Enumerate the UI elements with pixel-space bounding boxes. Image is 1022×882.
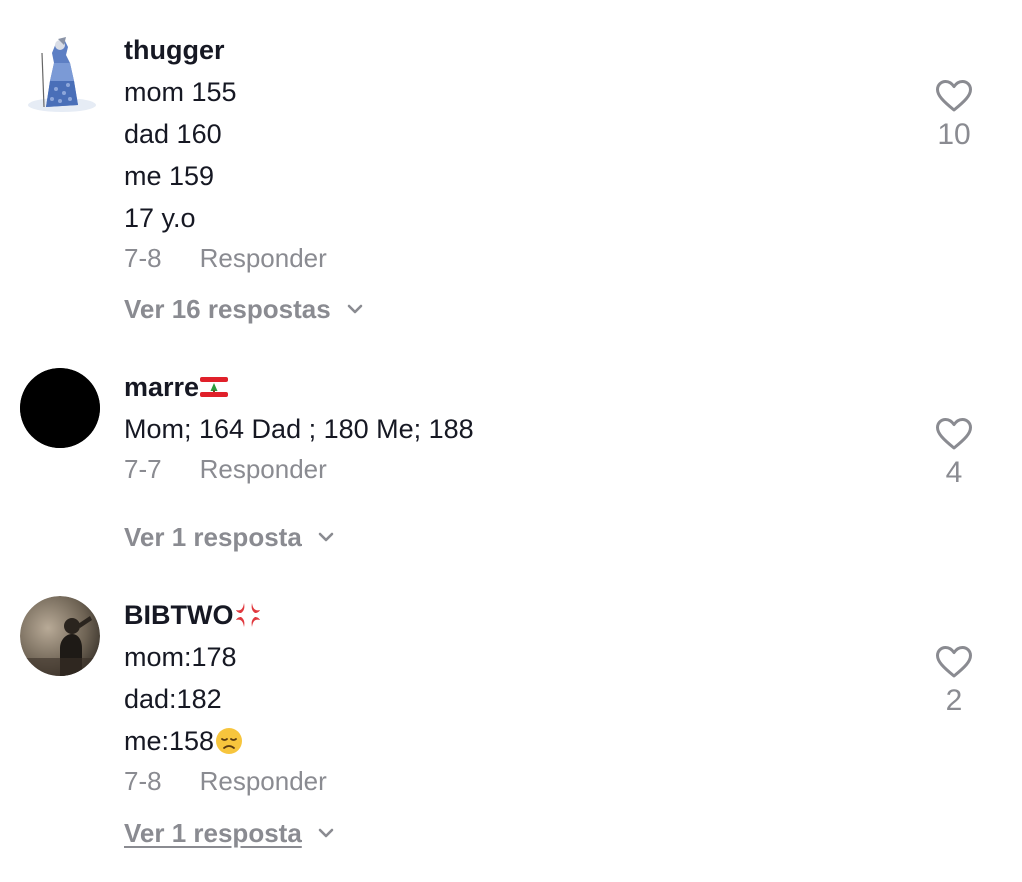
comment-meta: 7-8 Responder <box>124 239 904 277</box>
like-button[interactable]: 4 <box>924 417 984 493</box>
comment-text: me:158 <box>124 726 215 756</box>
chevron-down-icon <box>347 304 363 314</box>
comment-text-line: me:158 <box>124 720 904 762</box>
heart-icon <box>936 80 972 112</box>
chevron-down-icon <box>318 532 334 542</box>
reply-button[interactable]: Responder <box>200 766 327 796</box>
comment-username[interactable]: BIBTWO <box>124 594 904 636</box>
like-count: 2 <box>945 684 963 717</box>
username-text: marre <box>124 372 200 402</box>
comment-thugger: thugger mom 155 dad 160 me 159 17 y.o 7-… <box>0 29 1022 339</box>
reply-button[interactable]: Responder <box>200 454 327 484</box>
comment-username[interactable]: marre <box>124 366 904 408</box>
comment-bibtwo: BIBTWO mom:178 dad:182 me:158 7-8 Respon… <box>0 594 1022 864</box>
view-replies-button[interactable]: Ver 16 respostas <box>124 291 365 327</box>
comment-username[interactable]: thugger <box>124 29 904 71</box>
comment-text-line: dad 160 <box>124 119 222 149</box>
view-replies-button[interactable]: Ver 1 resposta <box>124 815 336 851</box>
lebanon-flag-icon <box>200 377 229 397</box>
comment-text-line: dad:182 <box>124 684 222 714</box>
comment-text-line: Mom; 164 Dad ; 180 Me; 188 <box>124 414 474 444</box>
disappointed-face-icon <box>216 728 243 754</box>
like-count: 4 <box>945 456 963 489</box>
comment-date: 7-7 <box>124 454 162 484</box>
comment-body: thugger mom 155 dad 160 me 159 17 y.o 7-… <box>124 29 904 277</box>
comment-meta: 7-8 Responder <box>124 762 904 800</box>
comment-date: 7-8 <box>124 243 162 273</box>
comment-date: 7-8 <box>124 766 162 796</box>
comment-meta: 7-7 Responder <box>124 450 904 488</box>
view-replies-label: Ver 1 resposta <box>124 522 302 552</box>
black-circle-avatar-icon <box>20 368 100 448</box>
like-button[interactable]: 2 <box>924 645 984 721</box>
like-count: 10 <box>937 118 971 151</box>
heart-icon <box>936 418 972 450</box>
anger-symbol-icon <box>236 603 261 627</box>
view-replies-button[interactable]: Ver 1 resposta <box>124 519 336 555</box>
like-button[interactable]: 10 <box>924 79 984 155</box>
figure-in-blue-dress-avatar-icon <box>28 37 96 112</box>
username-text: BIBTWO <box>124 600 234 630</box>
comment-body: marre Mom; 164 Dad ; 180 Me; 188 7-7 Resp… <box>124 366 904 488</box>
heart-icon <box>936 646 972 678</box>
reply-button[interactable]: Responder <box>200 243 327 273</box>
chevron-down-icon <box>318 828 334 838</box>
comment-text-line: mom 155 <box>124 77 237 107</box>
avatar[interactable] <box>20 368 100 448</box>
view-replies-label: Ver 16 respostas <box>124 294 331 324</box>
dark-photo-avatar-icon <box>20 596 100 676</box>
comment-text-line: 17 y.o <box>124 203 196 233</box>
comment-text-line: mom:178 <box>124 642 237 672</box>
avatar[interactable] <box>20 33 100 113</box>
comment-text-line: me 159 <box>124 161 215 191</box>
avatar[interactable] <box>20 596 100 676</box>
view-replies-label: Ver 1 resposta <box>124 818 302 848</box>
comment-body: BIBTWO mom:178 dad:182 me:158 7-8 Respon… <box>124 594 904 800</box>
comment-marre: marre Mom; 164 Dad ; 180 Me; 188 7-7 Resp… <box>0 366 1022 566</box>
